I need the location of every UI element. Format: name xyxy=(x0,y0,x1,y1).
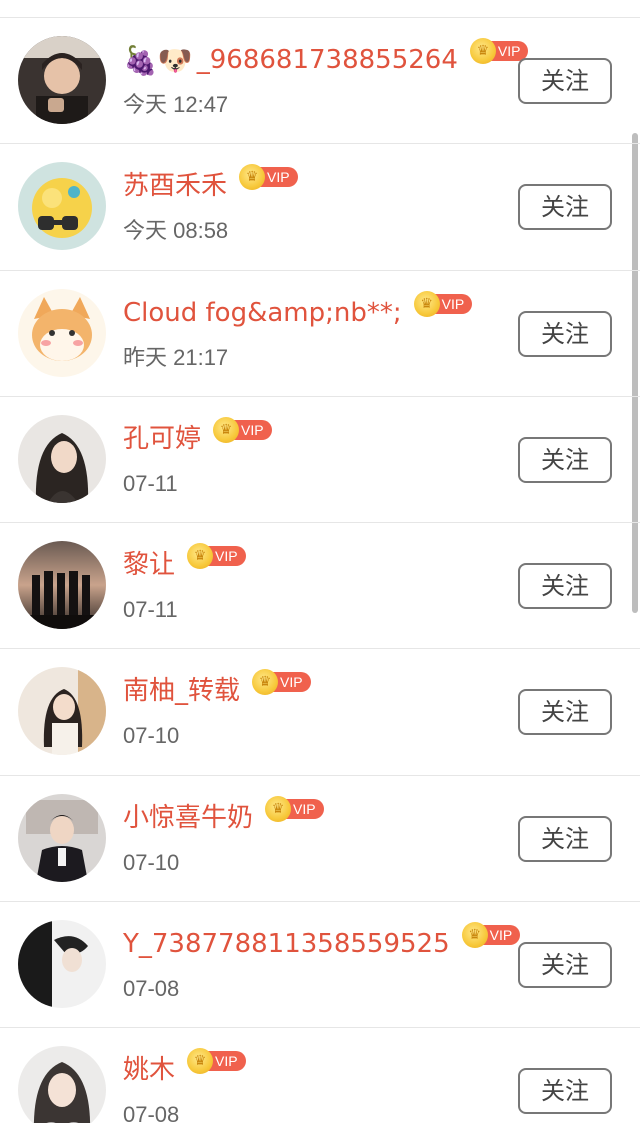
user-name[interactable]: 姚木 xyxy=(123,1050,175,1090)
avatar[interactable] xyxy=(18,288,106,377)
vip-badge: ♛ VIP xyxy=(265,795,324,822)
follow-time: 昨天 21:17 xyxy=(123,344,229,370)
name-line: Y_738778811358559525 ♛ VIP xyxy=(123,922,521,964)
list-item[interactable]: Y_738778811358559525 ♛ VIP 07-08 关注 xyxy=(0,902,640,1029)
vip-badge: ♛ VIP xyxy=(239,164,298,191)
user-name[interactable]: 黎让 xyxy=(123,545,175,585)
user-list: 🍇🐶 _968681738855264 ♛ VIP 今天 12:47 关注 苏酉… xyxy=(0,18,640,1123)
vip-badge: ♛ VIP xyxy=(469,38,529,64)
follow-time: 07-11 xyxy=(123,470,178,496)
user-name[interactable]: Cloud fog&amp;nb**; xyxy=(123,293,402,333)
user-name[interactable]: _968681738855264 xyxy=(197,40,458,80)
crown-icon: ♛ xyxy=(265,795,292,822)
follow-button[interactable]: 关注 xyxy=(518,689,612,736)
name-line: 小惊喜牛奶 ♛ VIP xyxy=(123,795,324,838)
follow-button[interactable]: 关注 xyxy=(518,58,612,104)
avatar[interactable] xyxy=(18,667,106,756)
avatar[interactable] xyxy=(18,36,106,124)
crown-icon: ♛ xyxy=(461,922,488,949)
follow-time: 07-08 xyxy=(123,976,180,1002)
crown-icon: ♛ xyxy=(469,38,496,64)
user-name[interactable]: 孔可婷 xyxy=(123,419,201,459)
avatar[interactable] xyxy=(18,414,106,503)
list-item[interactable]: 姚木 ♛ VIP 07-08 关注 xyxy=(0,1028,640,1123)
crown-icon: ♛ xyxy=(413,290,440,317)
avatar[interactable] xyxy=(18,920,106,1009)
user-name[interactable]: 小惊喜牛奶 xyxy=(123,798,253,838)
avatar[interactable] xyxy=(18,162,106,251)
vip-badge: ♛ VIP xyxy=(252,669,311,696)
name-line: 孔可婷 ♛ VIP xyxy=(123,416,272,459)
avatar[interactable] xyxy=(18,541,106,630)
list-item[interactable]: 南柚_转载 ♛ VIP 07-10 关注 xyxy=(0,649,640,776)
name-line: 黎让 ♛ VIP xyxy=(123,543,246,585)
vip-badge: ♛ VIP xyxy=(187,1048,246,1075)
list-item[interactable]: 苏酉禾禾 ♛ VIP 今天 08:58 关注 xyxy=(0,144,640,271)
follower-list-page: 🍇🐶 _968681738855264 ♛ VIP 今天 12:47 关注 苏酉… xyxy=(0,0,640,1123)
name-line: 姚木 ♛ VIP xyxy=(123,1048,246,1090)
user-name[interactable]: Y_738778811358559525 xyxy=(123,924,450,964)
follow-time: 07-08 xyxy=(123,1102,180,1123)
follow-button[interactable]: 关注 xyxy=(518,310,612,357)
avatar[interactable] xyxy=(18,1046,106,1123)
vip-badge: ♛ VIP xyxy=(461,922,521,949)
follow-button[interactable]: 关注 xyxy=(518,1068,612,1115)
follow-button[interactable]: 关注 xyxy=(518,563,612,610)
name-line: 南柚_转载 ♛ VIP xyxy=(123,669,311,711)
emoji-icon: 🍇🐶 xyxy=(123,43,193,77)
list-item[interactable]: 黎让 ♛ VIP 07-11 关注 xyxy=(0,523,640,650)
list-item[interactable]: 小惊喜牛奶 ♛ VIP 07-10 关注 xyxy=(0,776,640,903)
follow-time: 今天 12:47 xyxy=(123,92,229,117)
vip-badge: ♛ VIP xyxy=(413,290,473,317)
follow-button[interactable]: 关注 xyxy=(518,184,612,231)
follow-button[interactable]: 关注 xyxy=(518,942,612,989)
follow-time: 07-10 xyxy=(123,723,180,749)
vip-badge: ♛ VIP xyxy=(213,416,272,443)
follow-button[interactable]: 关注 xyxy=(518,815,612,862)
vip-badge: ♛ VIP xyxy=(187,543,246,570)
crown-icon: ♛ xyxy=(213,416,240,443)
name-line: 苏酉禾禾 ♛ VIP xyxy=(123,164,298,206)
name-line: 🍇🐶 _968681738855264 ♛ VIP xyxy=(123,38,529,80)
avatar[interactable] xyxy=(18,793,106,882)
follow-time: 07-11 xyxy=(123,597,178,623)
name-line: Cloud fog&amp;nb**; ♛ VIP xyxy=(123,290,473,333)
list-item[interactable]: 🍇🐶 _968681738855264 ♛ VIP 今天 12:47 关注 xyxy=(0,18,640,145)
follow-button[interactable]: 关注 xyxy=(518,436,612,483)
follow-time: 07-10 xyxy=(123,849,180,875)
list-item[interactable]: Cloud fog&amp;nb**; ♛ VIP 昨天 21:17 关注 xyxy=(0,271,640,397)
user-name[interactable]: 苏酉禾禾 xyxy=(123,166,227,206)
follow-time: 今天 08:58 xyxy=(123,218,229,244)
user-name[interactable]: 南柚_转载 xyxy=(123,671,240,711)
list-item[interactable]: 孔可婷 ♛ VIP 07-11 关注 xyxy=(0,397,640,524)
